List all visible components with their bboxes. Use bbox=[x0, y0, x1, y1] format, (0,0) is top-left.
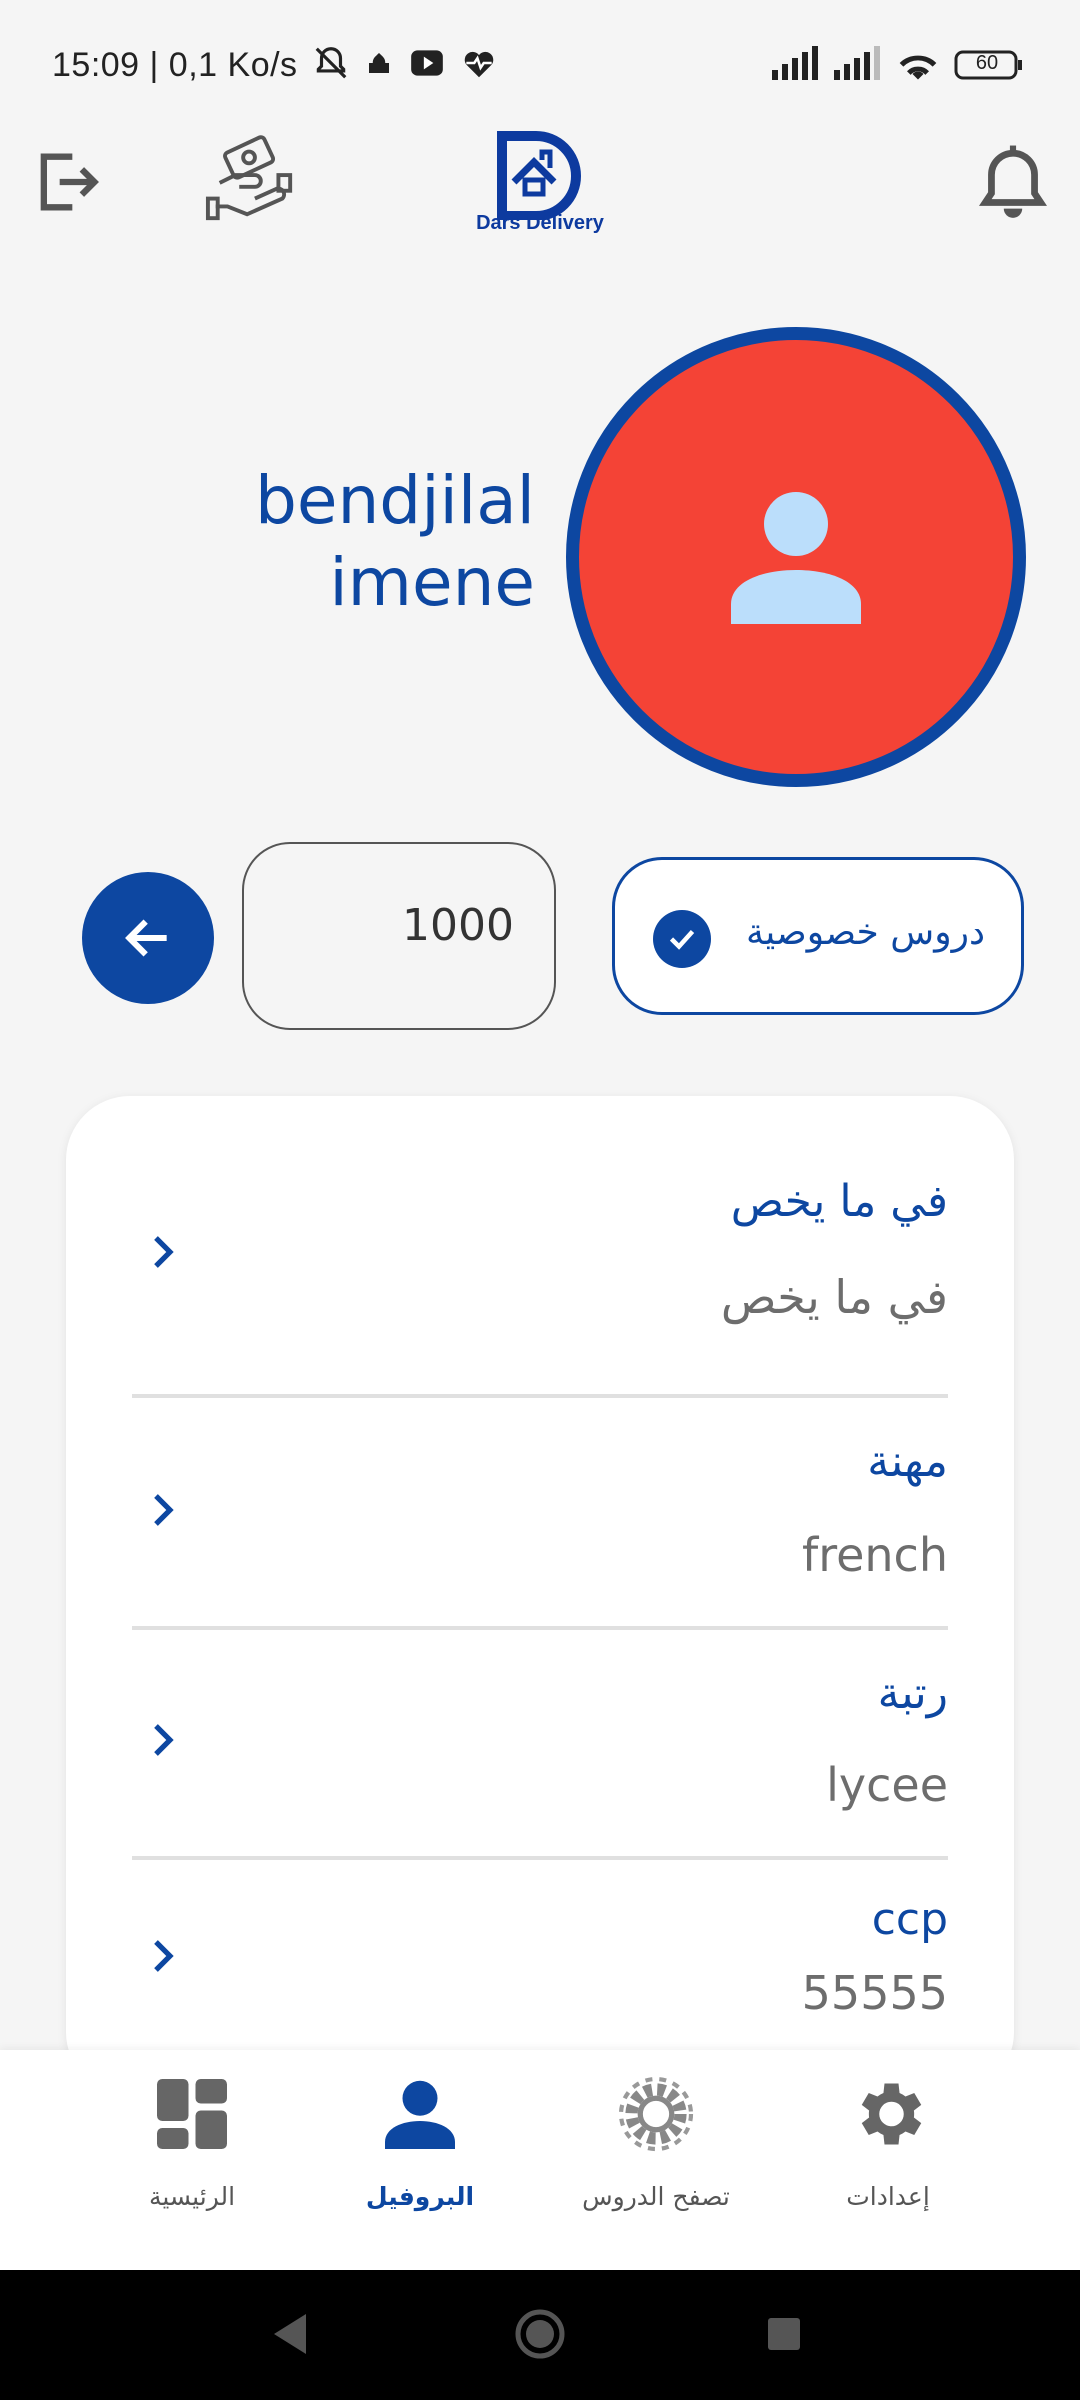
arrow-left-icon bbox=[125, 919, 167, 957]
divider bbox=[132, 1394, 948, 1398]
chevron-right-icon bbox=[154, 1940, 174, 1972]
private-lessons-chip[interactable]: دروس خصوصية bbox=[612, 857, 1024, 1015]
chevron-right-icon bbox=[154, 1494, 174, 1526]
row-value: في ما يخص bbox=[720, 1270, 948, 1324]
nav-label: البروفيل bbox=[365, 2182, 475, 2211]
private-lessons-label: دروس خصوصية bbox=[746, 912, 985, 953]
youtube-icon bbox=[408, 44, 446, 86]
home-circle-icon[interactable] bbox=[514, 2308, 566, 2360]
person-icon bbox=[385, 2080, 455, 2149]
row-value: lycee bbox=[826, 1758, 948, 1812]
info-card: في ما يخص في ما يخص مهنة french رتبة lyc… bbox=[66, 1096, 1014, 2096]
recents-square-icon[interactable] bbox=[766, 2316, 802, 2352]
profile-screen: 15:09 | 0,1 Ko/s 60 Dars Delivery bendji… bbox=[0, 0, 1080, 2400]
chevron-right-icon bbox=[154, 1236, 174, 1268]
handshake-money-button[interactable] bbox=[204, 132, 298, 226]
signal-icon bbox=[834, 46, 882, 84]
top-bar: Dars Delivery bbox=[0, 130, 1080, 260]
row-title: مهنة bbox=[867, 1436, 948, 1487]
user-last-name: imene bbox=[329, 544, 535, 621]
back-button[interactable] bbox=[82, 872, 214, 1004]
info-row-profession[interactable]: مهنة french bbox=[132, 1436, 948, 1596]
row-title: ccp bbox=[871, 1894, 948, 1945]
row-title: في ما يخص bbox=[730, 1176, 948, 1227]
battery-level: 60 bbox=[975, 52, 999, 74]
nav-item-profile[interactable]: البروفيل bbox=[300, 2050, 540, 2270]
system-nav-bar bbox=[0, 2270, 1080, 2400]
mosque-icon bbox=[364, 48, 394, 82]
person-icon bbox=[731, 492, 861, 624]
settings-icon bbox=[861, 2083, 922, 2145]
logo-text: Dars Delivery bbox=[476, 212, 604, 234]
row-title: رتبة bbox=[877, 1668, 948, 1719]
nav-item-settings[interactable]: إعدادات bbox=[768, 2050, 1008, 2270]
signal-icon bbox=[772, 46, 820, 84]
avatar[interactable] bbox=[566, 327, 1026, 787]
row-value: 55555 bbox=[801, 1966, 948, 2020]
nav-label: تصفح الدروس bbox=[582, 2182, 730, 2211]
bell-off-icon bbox=[312, 44, 350, 86]
heart-pulse-icon bbox=[460, 44, 498, 86]
dars-delivery-logo-icon bbox=[497, 131, 581, 221]
divider bbox=[132, 1856, 948, 1860]
battery-icon: 60 bbox=[954, 48, 1024, 82]
check-circle-icon bbox=[653, 910, 711, 968]
wifi-icon bbox=[896, 44, 940, 86]
notifications-button[interactable] bbox=[976, 144, 1050, 224]
handshake-money-icon bbox=[205, 135, 293, 221]
nav-label: الرئيسية bbox=[148, 2182, 236, 2211]
info-row-ccp[interactable]: ccp 55555 bbox=[132, 1894, 948, 2054]
row-value: french bbox=[802, 1528, 948, 1582]
chevron-right-icon bbox=[154, 1724, 174, 1756]
status-bar: 15:09 | 0,1 Ko/s 60 bbox=[0, 0, 1080, 130]
nav-item-home[interactable]: الرئيسية bbox=[72, 2050, 312, 2270]
amount-field[interactable]: 1000 bbox=[242, 842, 556, 1030]
bottom-nav: إعدادات تصفح الدروس البروفيل الرئيسية bbox=[0, 2050, 1080, 2270]
info-row-subject[interactable]: في ما يخص في ما يخص bbox=[132, 1176, 948, 1336]
bell-icon bbox=[978, 145, 1048, 218]
logout-icon bbox=[40, 153, 99, 211]
dashboard-icon bbox=[157, 2079, 227, 2149]
nav-label: إعدادات bbox=[846, 2182, 930, 2211]
amount-value: 1000 bbox=[402, 900, 514, 951]
info-row-rank[interactable]: رتبة lycee bbox=[132, 1668, 948, 1828]
status-right: 60 bbox=[772, 44, 1024, 86]
status-left: 15:09 | 0,1 Ko/s bbox=[52, 44, 498, 86]
cog-browse-icon bbox=[618, 2076, 694, 2152]
logout-button[interactable] bbox=[28, 144, 104, 220]
user-name: bendjilal imene bbox=[255, 460, 535, 624]
status-time-speed: 15:09 | 0,1 Ko/s bbox=[52, 45, 298, 84]
divider bbox=[132, 1626, 948, 1630]
user-first-name: bendjilal bbox=[254, 462, 535, 539]
back-triangle-icon[interactable] bbox=[270, 2312, 310, 2356]
nav-item-browse-lessons[interactable]: تصفح الدروس bbox=[536, 2050, 776, 2270]
